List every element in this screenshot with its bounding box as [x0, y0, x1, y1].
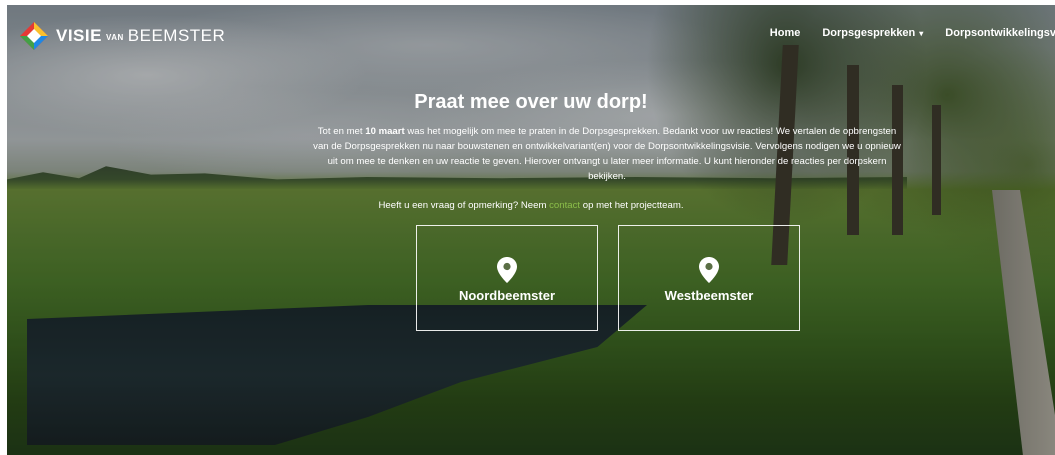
card-westbeemster[interactable]: Westbeemster: [618, 225, 800, 331]
map-pin-icon: [497, 257, 517, 283]
logo-word-visie: VISIE: [56, 26, 102, 45]
page-title: Praat mee over uw dorp!: [414, 91, 648, 113]
page: VISIE VAN BEEMSTER Home Dorpsgesprekken ▾…: [0, 0, 1055, 455]
nav-dorpsgesprekken[interactable]: Dorpsgesprekken ▾: [822, 27, 923, 39]
contact-link[interactable]: contact: [549, 200, 580, 211]
contact-text: Heeft u een vraag of opmerking? Neem con…: [378, 200, 684, 211]
intro-text: Tot en met 10 maart was het mogelijk om …: [313, 126, 901, 182]
nav-dorpsontwikkelingsvisie[interactable]: Dorpsontwikkelingsvi: [945, 27, 1055, 39]
card-label: Westbeemster: [664, 288, 754, 303]
map-pin-icon: [699, 257, 719, 283]
card-noordbeemster[interactable]: Noordbeemster: [416, 225, 598, 331]
card-label: Noordbeemster: [458, 288, 556, 303]
logo-word-beemster: BEEMSTER: [127, 26, 226, 45]
hero-background-image: VISIE VAN BEEMSTER Home Dorpsgesprekken ▾…: [7, 5, 1055, 455]
nav-home[interactable]: Home: [770, 27, 801, 39]
logo-icon: [20, 22, 48, 50]
logo-word-van: VAN: [105, 32, 124, 42]
site-logo[interactable]: VISIE VAN BEEMSTER: [19, 21, 225, 51]
main-nav: Home Dorpsgesprekken ▾ Dorpsontwikkelings…: [770, 27, 1055, 39]
chevron-down-icon: ▾: [919, 29, 924, 38]
